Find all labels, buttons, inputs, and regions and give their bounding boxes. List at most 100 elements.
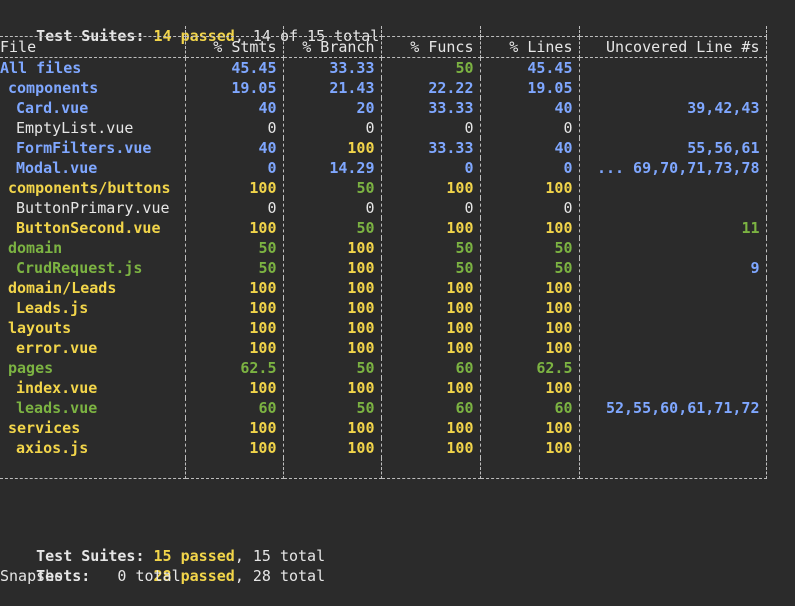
bottom-tests-summary: Tests: 28 passed, 28 total (0, 546, 325, 585)
cell-funcs: 100 (381, 178, 481, 198)
cell-file: domain/Leads (0, 278, 186, 298)
cell-branch: 50 (283, 358, 382, 378)
cell-branch: 0 (283, 118, 382, 138)
bottom-test-suites-summary: Test Suites: 15 passed, 15 total (0, 526, 325, 565)
cell-stmts: 0 (185, 198, 284, 218)
cell-branch: 100 (283, 338, 382, 358)
cell-stmts: 100 (185, 278, 284, 298)
cell-funcs: 50 (381, 57, 481, 78)
cell-funcs: 100 (381, 218, 481, 238)
cell-file: components (0, 78, 186, 98)
cell-stmts: 100 (185, 318, 284, 338)
cell-branch: 100 (283, 238, 382, 258)
cell-lines: 0 (480, 118, 580, 138)
cell-lines: 100 (480, 438, 580, 458)
coverage-table: File % Stmts % Branch % Funcs % Lines Un… (0, 26, 767, 479)
table-row: leads.vue 60 50 60 60 52,55,60,61,71,72 (0, 398, 767, 418)
table-row: CrudRequest.js 50 100 50 50 9 (0, 258, 767, 278)
table-row: pages 62.5 50 60 62.5 (0, 358, 767, 378)
cell-uncovered (579, 318, 767, 338)
cell-file: ButtonSecond.vue (0, 218, 186, 238)
cell-branch: 100 (283, 418, 382, 438)
cell-file: FormFilters.vue (0, 138, 186, 158)
cell-stmts: 60 (185, 398, 284, 418)
cell-stmts: 100 (185, 178, 284, 198)
cell-uncovered: 9 (579, 258, 767, 278)
cell-funcs: 100 (381, 318, 481, 338)
header-funcs: % Funcs (381, 36, 481, 58)
cell-uncovered (579, 238, 767, 258)
cell-branch: 50 (283, 398, 382, 418)
cell-uncovered (579, 118, 767, 138)
cell-lines: 100 (480, 278, 580, 298)
cell-lines: 50 (480, 238, 580, 258)
cell-uncovered: 39,42,43 (579, 98, 767, 118)
cell-branch: 100 (283, 278, 382, 298)
cell-file: domain (0, 238, 186, 258)
cell-lines: 19.05 (480, 78, 580, 98)
cell-uncovered (579, 198, 767, 218)
cell-branch: 20 (283, 98, 382, 118)
cell-funcs: 50 (381, 238, 481, 258)
cell-stmts: 100 (185, 338, 284, 358)
cell-funcs: 33.33 (381, 98, 481, 118)
cell-uncovered: 55,56,61 (579, 138, 767, 158)
cell-file: CrudRequest.js (0, 258, 186, 278)
cell-uncovered (579, 298, 767, 318)
header-branch: % Branch (283, 36, 382, 58)
cell-stmts: 100 (185, 218, 284, 238)
cell-funcs: 0 (381, 198, 481, 218)
cell-funcs: 100 (381, 298, 481, 318)
cell-funcs: 50 (381, 258, 481, 278)
header-uncovered: Uncovered Line #s (579, 36, 767, 58)
cell-funcs: 22.22 (381, 78, 481, 98)
cell-stmts: 19.05 (185, 78, 284, 98)
cell-lines: 100 (480, 298, 580, 318)
table-row: Card.vue 40 20 33.33 40 39,42,43 (0, 98, 767, 118)
header-stmts: % Stmts (185, 36, 284, 58)
cell-uncovered (579, 78, 767, 98)
cell-stmts: 45.45 (185, 57, 284, 78)
cell-file: leads.vue (0, 398, 186, 418)
table-row: domain/Leads 100 100 100 100 (0, 278, 767, 298)
cell-branch: 100 (283, 298, 382, 318)
cell-stmts: 0 (185, 118, 284, 138)
cell-branch: 100 (283, 258, 382, 278)
table-row: ButtonPrimary.vue 0 0 0 0 (0, 198, 767, 218)
cell-branch: 100 (283, 438, 382, 458)
cell-branch: 100 (283, 138, 382, 158)
cell-funcs: 100 (381, 278, 481, 298)
cell-stmts: 100 (185, 378, 284, 398)
cell-file: error.vue (0, 338, 186, 358)
bottom-cut-line: Snapshots: 0 total (0, 567, 181, 585)
cell-file: Card.vue (0, 98, 186, 118)
table-row: domain 50 100 50 50 (0, 238, 767, 258)
cell-file: EmptyList.vue (0, 118, 186, 138)
cell-stmts: 0 (185, 158, 284, 178)
cell-lines: 50 (480, 258, 580, 278)
cell-uncovered (579, 358, 767, 378)
cell-branch: 50 (283, 178, 382, 198)
table-row: index.vue 100 100 100 100 (0, 378, 767, 398)
table-row: ButtonSecond.vue 100 50 100 100 11 (0, 218, 767, 238)
cell-funcs: 100 (381, 438, 481, 458)
cell-branch: 14.29 (283, 158, 382, 178)
cell-file: layouts (0, 318, 186, 338)
cell-file: All files (0, 57, 186, 78)
cell-stmts: 100 (185, 418, 284, 438)
cell-branch: 0 (283, 198, 382, 218)
cell-file: Modal.vue (0, 158, 186, 178)
header-file: File (0, 36, 186, 58)
cell-uncovered: ... 69,70,71,73,78 (579, 158, 767, 178)
cell-lines: 100 (480, 418, 580, 438)
table-header-row: File % Stmts % Branch % Funcs % Lines Un… (0, 36, 767, 58)
cell-lines: 40 (480, 138, 580, 158)
cell-funcs: 0 (381, 118, 481, 138)
table-row: EmptyList.vue 0 0 0 0 (0, 118, 767, 138)
table-row: FormFilters.vue 40 100 33.33 40 55,56,61 (0, 138, 767, 158)
cell-uncovered: 52,55,60,61,71,72 (579, 398, 767, 418)
cell-stmts: 100 (185, 298, 284, 318)
table-top-border (0, 26, 767, 37)
cell-lines: 100 (480, 338, 580, 358)
cell-branch: 33.33 (283, 57, 382, 78)
